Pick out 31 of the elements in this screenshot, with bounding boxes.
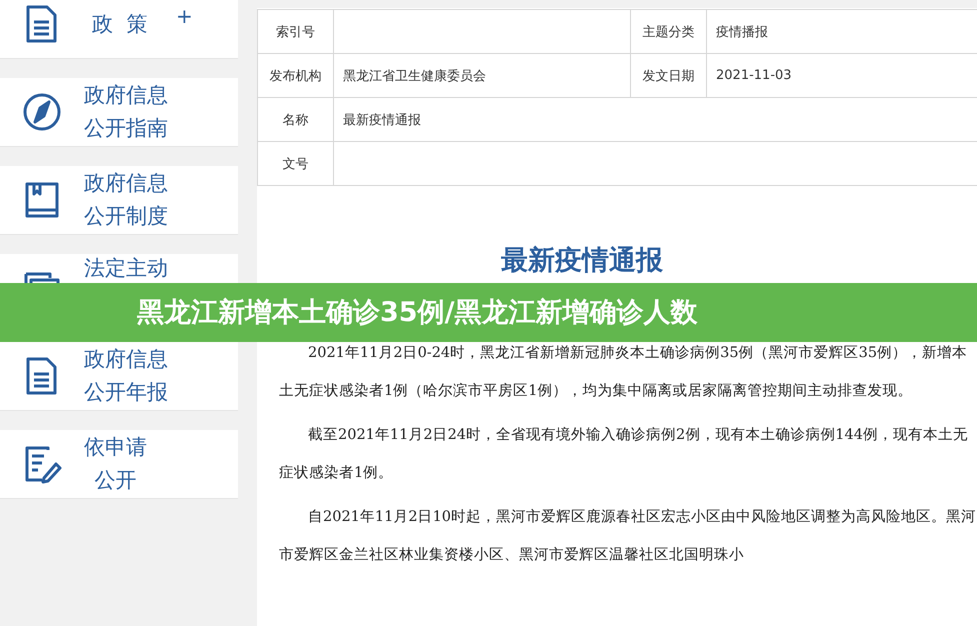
sidebar-item[interactable]: 政府信息 公开指南 <box>0 78 238 147</box>
headline-banner: 黑龙江新增本土确诊35例/黑龙江新增确诊人数 <box>0 283 977 342</box>
sidebar-item-label: 公开指南 <box>84 115 168 142</box>
sidebar-item-label: 政府信息 <box>84 346 168 373</box>
table-cell: 发布机构 <box>258 54 334 98</box>
sidebar-item[interactable]: 政 策 + <box>0 0 238 59</box>
sidebar-item-label: 公开 <box>94 467 136 494</box>
table-cell: 索引号 <box>258 10 334 54</box>
table-cell: 黑龙江省卫生健康委员会 <box>334 54 630 98</box>
compass-icon <box>22 92 62 132</box>
article-title: 最新疫情通报 <box>500 244 664 278</box>
sidebar-item[interactable]: 政府信息 公开制度 <box>0 166 238 235</box>
table-cell: 名称 <box>258 98 334 142</box>
article-paragraph: 自2021年11月2日10时起，黑河市爱辉区鹿源春社区宏志小区由中风险地区调整为高风险地区。黑河市爱辉区金兰社区林业集资楼小区、黑河市爱辉区温馨社区北国明珠小 <box>278 508 977 565</box>
sidebar-item-label: 政府信息 <box>84 170 168 197</box>
table-cell: 文号 <box>258 142 334 186</box>
sidebar-item-label: 政府信息 <box>84 82 168 109</box>
sidebar-item-label: 公开年报 <box>84 379 168 406</box>
sidebar-item-label: 法定主动 <box>84 255 168 282</box>
sidebar-item-label: 依申请 <box>84 434 147 461</box>
sidebar-item-label: 公开制度 <box>84 203 168 230</box>
sidebar-item[interactable]: 法定主动 <box>0 254 238 283</box>
article-paragraph: 2021年11月2日0-24时，黑龙江省新增新冠肺炎本土确诊病例35例（黑河市爱辉区35例），新增本土无症状感染者1例（哈尔滨市平房区1例），均为集中隔离或居家隔离管控期间主动排查发现。 <box>278 344 968 401</box>
table-cell: 疫情播报 <box>706 10 977 54</box>
expand-toggle[interactable]: + <box>176 4 193 28</box>
sidebar-item[interactable]: 依申请 公开 <box>0 430 238 499</box>
article-paragraph: 截至2021年11月2日24时，全省现有境外输入确诊病例2例，现有本土确诊病例144例，现有本土无症状感染者1例。 <box>278 426 969 483</box>
table-cell: 主题分类 <box>630 10 706 54</box>
sidebar-item-label: 政 策 <box>92 10 148 38</box>
sidebar-item[interactable]: 政府信息 公开年报 <box>0 342 238 411</box>
table-cell: 发文日期 <box>630 54 706 98</box>
